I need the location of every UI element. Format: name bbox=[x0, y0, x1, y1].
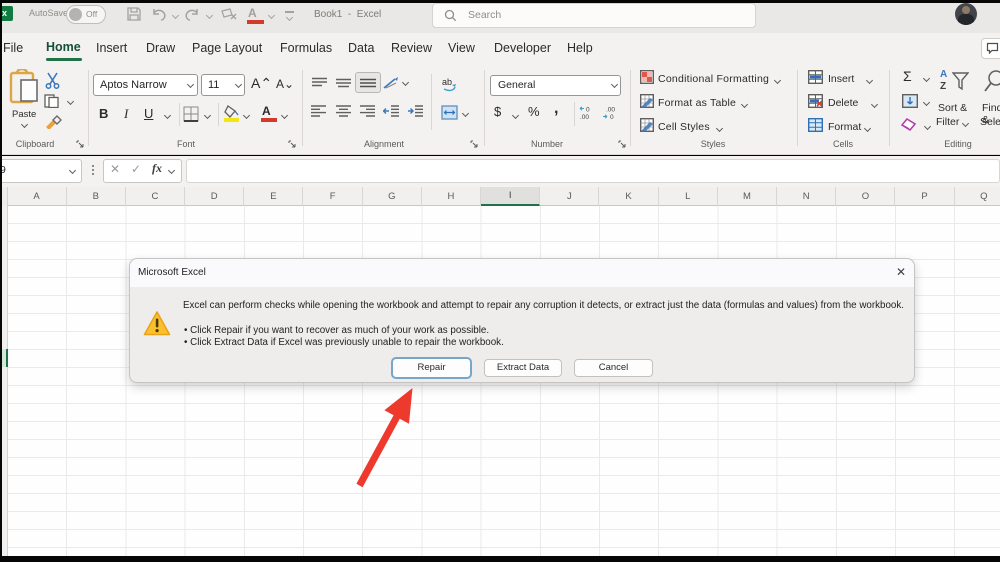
svg-text:.00: .00 bbox=[580, 114, 589, 120]
svg-text:.00: .00 bbox=[606, 107, 615, 114]
svg-text:0: 0 bbox=[586, 107, 590, 114]
svg-text:ab: ab bbox=[442, 77, 452, 87]
svg-text:0: 0 bbox=[610, 114, 614, 120]
